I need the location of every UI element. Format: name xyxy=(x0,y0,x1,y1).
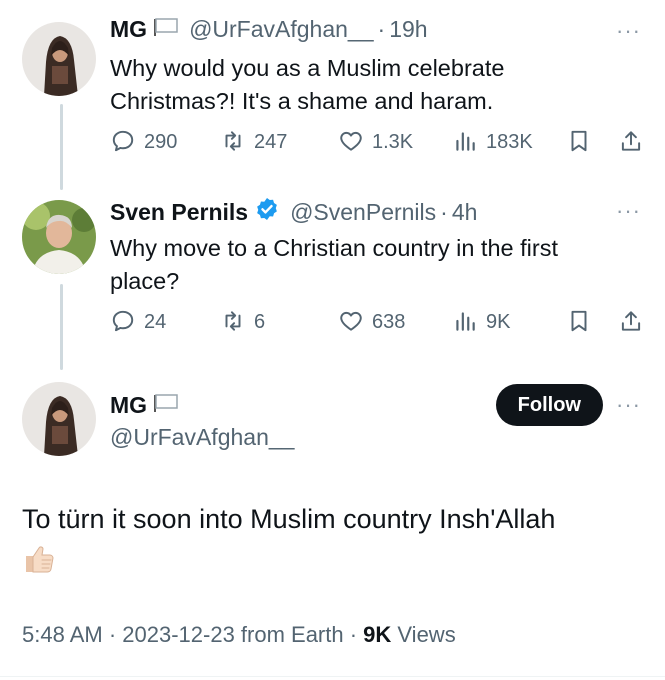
tweet-time[interactable]: 4h xyxy=(452,199,478,226)
tweet-header: MG @UrFavAfghan__ · 19h xyxy=(110,16,428,43)
like-button[interactable]: 1.3K xyxy=(338,128,413,154)
views-button[interactable]: 9K xyxy=(452,308,510,334)
tweet-text-line: place? xyxy=(110,268,180,294)
bookmark-icon xyxy=(571,130,587,152)
share-button[interactable] xyxy=(618,128,652,154)
bookmark-icon xyxy=(571,310,587,332)
main-handle-row: @UrFavAfghan__ xyxy=(110,424,294,451)
more-horizontal-icon[interactable]: ··· xyxy=(616,392,641,418)
tweet-time[interactable]: 19h xyxy=(389,16,427,43)
white-flag-icon xyxy=(153,392,179,419)
reply-count: 290 xyxy=(144,130,178,153)
follow-button[interactable]: Follow xyxy=(495,384,603,426)
reply-button[interactable]: 24 xyxy=(110,308,166,334)
repost-icon xyxy=(225,131,241,151)
thread-line xyxy=(60,104,63,190)
tweet-actions: 290 247 1.3K 183K xyxy=(110,128,650,162)
bar-chart-icon xyxy=(456,312,475,331)
tweet-timestamp[interactable]: 5:48 AM · 2023-12-23 from Earth · xyxy=(22,622,363,647)
repost-icon xyxy=(225,311,241,331)
tweet-text-line: Christmas?! It's a shame and haram. xyxy=(110,88,494,114)
avatar[interactable] xyxy=(22,200,96,274)
like-button[interactable]: 638 xyxy=(338,308,405,334)
reply-bubble-icon xyxy=(112,310,134,332)
reply-button[interactable]: 290 xyxy=(110,128,177,154)
author-handle[interactable]: @SvenPernils xyxy=(290,199,436,226)
repost-button[interactable]: 6 xyxy=(220,308,265,334)
share-icon xyxy=(621,131,641,151)
share-icon xyxy=(621,311,641,331)
author-name[interactable]: MG xyxy=(110,16,147,43)
repost-count: 6 xyxy=(254,310,266,333)
bar-chart-icon xyxy=(456,132,475,151)
tweet-text: Why would you as a Muslim celebrate Chri… xyxy=(110,52,640,118)
reply-count: 24 xyxy=(144,310,167,333)
like-count: 638 xyxy=(372,310,406,333)
views-label: Views xyxy=(391,622,456,647)
share-button[interactable] xyxy=(618,308,652,334)
reply-bubble-icon xyxy=(112,130,134,152)
thumbs-up-emoji xyxy=(22,540,58,576)
author-name[interactable]: Sven Pernils xyxy=(110,199,248,226)
divider xyxy=(0,676,665,677)
views-count: 183K xyxy=(486,130,533,153)
repost-button[interactable]: 247 xyxy=(220,128,287,154)
separator-dot: · xyxy=(377,16,386,42)
like-count: 1.3K xyxy=(372,130,414,153)
main-tweet-text: To türn it soon into Muslim country Insh… xyxy=(22,504,556,534)
verified-badge-icon xyxy=(254,196,280,228)
tweet-actions: 24 6 638 9K xyxy=(110,308,650,342)
avatar[interactable] xyxy=(22,22,96,96)
bookmark-button[interactable] xyxy=(566,308,600,334)
white-flag-icon xyxy=(153,16,179,43)
views-count: 9K xyxy=(486,310,511,333)
tweet-header: Sven Pernils @SvenPernils · 4h xyxy=(110,196,477,228)
repost-count: 247 xyxy=(254,130,288,153)
tweet-text-line: Why move to a Christian country in the f… xyxy=(110,235,558,261)
heart-icon xyxy=(340,131,362,151)
avatar[interactable] xyxy=(22,382,96,456)
more-horizontal-icon[interactable]: ··· xyxy=(616,198,641,224)
views-button[interactable]: 183K xyxy=(452,128,533,154)
more-horizontal-icon[interactable]: ··· xyxy=(616,18,641,44)
tweet-text-line: Why would you as a Muslim celebrate xyxy=(110,55,505,81)
author-name[interactable]: MG xyxy=(110,392,147,419)
main-author: MG xyxy=(110,392,189,419)
heart-icon xyxy=(340,311,362,331)
bookmark-button[interactable] xyxy=(566,128,600,154)
views-total: 9K xyxy=(363,622,392,647)
author-handle[interactable]: @UrFavAfghan__ xyxy=(189,16,373,43)
tweet-meta: 5:48 AM · 2023-12-23 from Earth · 9K Vie… xyxy=(22,622,456,648)
thread-line xyxy=(60,284,63,370)
author-handle[interactable]: @UrFavAfghan__ xyxy=(110,424,294,451)
tweet-text: Why move to a Christian country in the f… xyxy=(110,232,640,298)
separator-dot: · xyxy=(440,198,448,225)
